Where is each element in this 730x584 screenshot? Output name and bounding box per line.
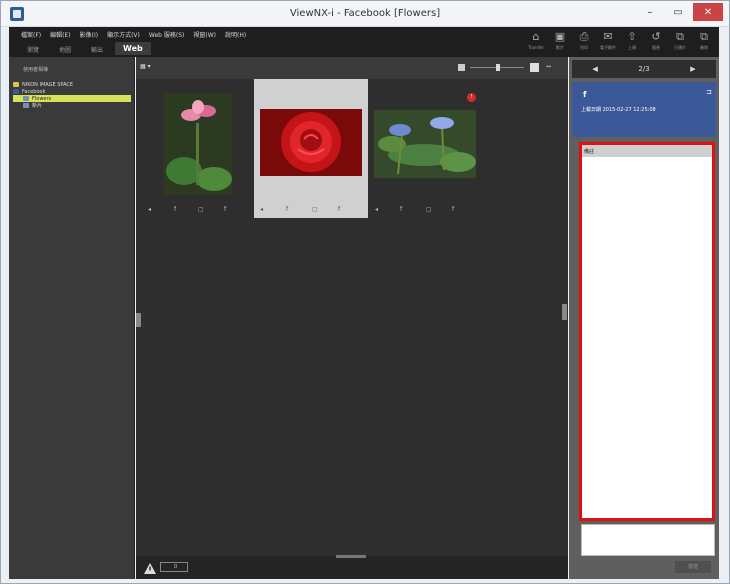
print-button[interactable]: ⎙ 列印 — [573, 29, 595, 55]
flag-icon: ! — [467, 93, 476, 102]
maximize-button[interactable]: ▭ — [665, 3, 691, 21]
view-mode-button[interactable]: ▦ ▾ — [140, 63, 151, 70]
menu-edit[interactable]: 編輯(E) — [50, 30, 70, 39]
tree-item-nikon-image-space[interactable]: NIKON IMAGE SPACE — [13, 81, 131, 88]
facebook-icon — [13, 89, 19, 94]
album-tree: NIKON IMAGE SPACE Facebook Flowers 新片 — [13, 81, 131, 109]
tree-item-flowers[interactable]: Flowers — [13, 95, 131, 102]
restore-icon: ↺ — [651, 30, 661, 43]
thumbnail-area: ▦ ▾ ↔ ! ◂ f ▢ f ◂ f ▢ f ◂ f ▢ f — [136, 57, 568, 579]
printer-icon: ⎙ — [579, 30, 589, 43]
upload-button[interactable]: ⇧ 上傳 — [621, 29, 643, 55]
facebook-info-header: f ⊐ 上載日期 2015-02-27 12:25:08 — [572, 82, 716, 137]
close-button[interactable]: ✕ — [693, 3, 723, 21]
prev-photo-button[interactable]: ◀ — [592, 65, 597, 73]
comment-label: 備註 — [582, 145, 712, 157]
item-count-field: 0 — [160, 562, 188, 572]
menu-web-service[interactable]: Web 服務(S) — [149, 30, 184, 39]
movie-button[interactable]: ▣ 影片 — [549, 29, 571, 55]
fit-button[interactable]: ↔ — [546, 63, 551, 70]
rotate-icon[interactable]: ◂ — [375, 206, 378, 213]
uploaded-icon: ⧉ — [676, 30, 684, 43]
facebook-small-icon[interactable]: f — [224, 206, 226, 213]
album-icon — [23, 103, 29, 108]
right-panel-collapse-handle[interactable] — [562, 304, 567, 320]
album-icon — [23, 96, 29, 101]
expand-icon[interactable]: ⊐ — [706, 88, 712, 96]
next-photo-button[interactable]: ▶ — [690, 65, 695, 73]
thumbnail-red-rose[interactable] — [260, 109, 362, 176]
uploaded-button[interactable]: ⧉ 已傳片 — [669, 29, 691, 55]
left-panel-collapse-handle[interactable] — [136, 313, 141, 327]
tree-item-new-album[interactable]: 新片 — [13, 102, 131, 109]
menu-bar: 檔案(F) 編輯(E) 影像(I) 顯示方式(V) Web 服務(S) 視窗(W… — [9, 27, 719, 57]
thumbnail-blue-waterlily[interactable] — [374, 110, 476, 178]
comment-textarea[interactable]: 備註 — [579, 142, 715, 521]
tree-item-facebook[interactable]: Facebook — [13, 88, 131, 95]
window-title: ViewNX-i - Facebook [Flowers] — [289, 8, 441, 19]
rotate-icon[interactable]: ◂ — [260, 206, 263, 213]
facebook-small-icon[interactable]: f — [174, 206, 176, 213]
thumbnail-size-slider[interactable] — [458, 63, 540, 73]
facebook-small-icon[interactable]: f — [286, 206, 288, 213]
facebook-panel: ◀ 2/3 ▶ f ⊐ 上載日期 2015-02-27 12:25:08 備註 … — [569, 57, 719, 579]
album-panel-title: 使用者相簿 — [23, 67, 49, 73]
minimize-button[interactable]: – — [637, 3, 663, 21]
album-panel: 使用者相簿 NIKON IMAGE SPACE Facebook Flowers… — [9, 57, 135, 579]
large-thumb-icon[interactable] — [530, 63, 539, 72]
photo-page-indicator: 2/3 — [638, 65, 650, 73]
upload-date: 上載日期 2015-02-27 12:25:08 — [581, 107, 656, 113]
email-icon: ✉ — [603, 30, 613, 43]
facebook-small-icon[interactable]: f — [338, 206, 340, 213]
menu-window[interactable]: 視窗(W) — [193, 30, 216, 39]
email-button[interactable]: ✉ 電子郵件 — [597, 29, 619, 55]
menu-view[interactable]: 顯示方式(V) — [107, 30, 140, 39]
thumbnail-toolbar: ▦ ▾ ↔ — [136, 57, 568, 79]
tab-output[interactable]: 輸出 — [83, 42, 111, 55]
movie-icon: ▣ — [554, 30, 566, 43]
restore-button[interactable]: ↺ 復原 — [645, 29, 667, 55]
delete-icon: ⧉ — [700, 30, 708, 43]
photo-navigation: ◀ 2/3 ▶ — [572, 60, 716, 78]
status-bar: 0 — [136, 555, 568, 579]
warning-icon[interactable] — [144, 563, 156, 574]
menu-file[interactable]: 檔案(F) — [21, 30, 41, 39]
nikon-icon — [13, 82, 19, 87]
thumbnail-pink-lotus[interactable] — [164, 93, 232, 195]
resize-grip[interactable] — [336, 555, 366, 558]
tab-browse[interactable]: 瀏覽 — [19, 42, 47, 55]
facebook-small-icon[interactable]: f — [452, 206, 454, 213]
transfer-button[interactable]: ⌂ Transfer — [525, 29, 547, 55]
facebook-small-icon[interactable]: f — [400, 206, 402, 213]
upload-icon: ⇧ — [627, 30, 637, 43]
menu-image[interactable]: 影像(I) — [80, 30, 98, 39]
comment-icon[interactable]: ▢ — [198, 206, 204, 213]
title-bar: ViewNX-i - Facebook [Flowers] – ▭ ✕ — [1, 1, 729, 27]
delete-button[interactable]: ⧉ 刪除 — [693, 29, 715, 55]
send-button[interactable]: 發送 — [675, 561, 711, 573]
tab-map[interactable]: 地圖 — [51, 42, 79, 55]
comment-icon[interactable]: ▢ — [312, 206, 318, 213]
menu-help[interactable]: 說明(H) — [225, 30, 246, 39]
reply-input[interactable] — [581, 524, 715, 556]
facebook-icon: f — [583, 90, 587, 99]
comment-icon[interactable]: ▢ — [426, 206, 432, 213]
slider-knob[interactable] — [496, 64, 500, 71]
transfer-icon: ⌂ — [532, 30, 540, 43]
tab-web[interactable]: Web — [115, 42, 151, 55]
small-thumb-icon[interactable] — [458, 64, 465, 71]
rotate-icon[interactable]: ◂ — [148, 206, 151, 213]
